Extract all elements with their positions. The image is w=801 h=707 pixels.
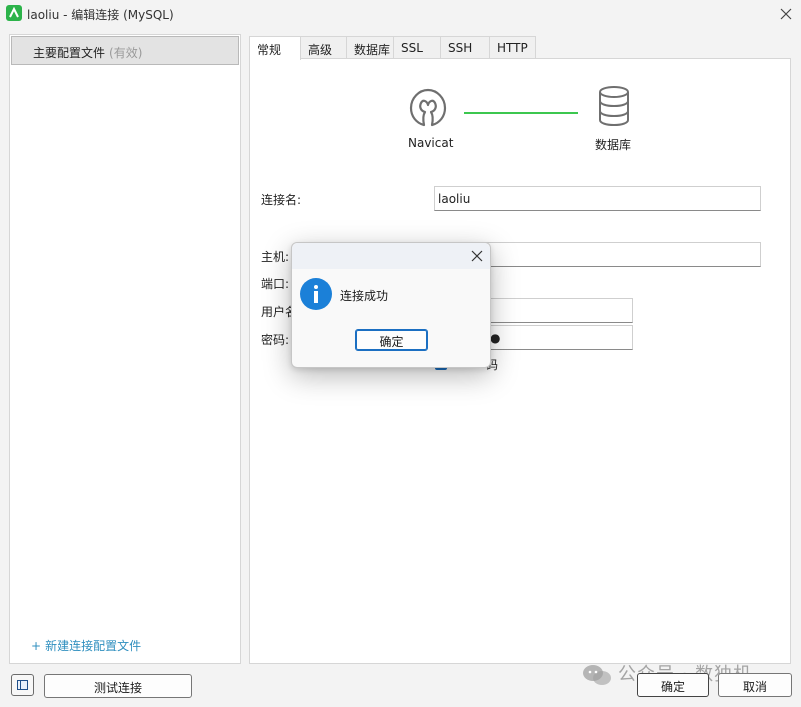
connection-name-input[interactable] — [434, 186, 761, 211]
dialog-close-icon[interactable] — [469, 248, 485, 264]
tab-ssh[interactable]: SSH — [440, 36, 490, 59]
cancel-button[interactable]: 取消 — [718, 673, 792, 697]
connection-name-label: 连接名: — [261, 193, 302, 207]
profile-status: (有效) — [109, 46, 143, 60]
navicat-label: Navicat — [408, 136, 454, 150]
navicat-logo-icon — [409, 88, 447, 127]
connection-line — [464, 112, 578, 114]
plus-icon: + — [31, 639, 42, 653]
new-profile-label: 新建连接配置文件 — [45, 639, 142, 653]
tab-ssl[interactable]: SSL — [393, 36, 441, 59]
new-profile-link[interactable]: + 新建连接配置文件 — [31, 637, 141, 654]
port-label: 端口: — [261, 277, 290, 291]
test-connection-button[interactable]: 测试连接 — [44, 674, 192, 698]
wechat-icon — [583, 665, 611, 685]
tab-general[interactable]: 常规 — [249, 36, 301, 60]
profile-item-main[interactable]: 主要配置文件 (有效) — [11, 36, 239, 65]
navicat-app-icon — [6, 5, 22, 21]
ok-button[interactable]: 确定 — [637, 673, 709, 697]
title-bar: laoliu - 编辑连接 (MySQL) — [0, 0, 801, 28]
window-close-icon[interactable] — [776, 4, 796, 24]
dialog-ok-button[interactable]: 确定 — [355, 329, 428, 351]
host-label: 主机: — [261, 250, 290, 264]
profile-list-panel: 主要配置文件 (有效) + 新建连接配置文件 — [9, 34, 241, 664]
username-label: 用户名: — [261, 305, 291, 319]
dialog-header — [292, 243, 490, 269]
window-title: laoliu - 编辑连接 (MySQL) — [27, 8, 174, 22]
database-label: 数据库 — [595, 138, 632, 152]
database-icon — [599, 86, 629, 127]
profile-name: 主要配置文件 (有效) — [33, 46, 143, 60]
connection-success-dialog: 连接成功 确定 — [291, 242, 491, 368]
password-label: 密码: — [261, 333, 290, 347]
tab-http[interactable]: HTTP — [489, 36, 536, 59]
tab-advanced[interactable]: 高级 — [300, 36, 347, 59]
sidebar-toggle-button[interactable] — [11, 674, 34, 696]
tab-database[interactable]: 数据库 — [346, 36, 394, 59]
sidebar-panel-icon — [17, 680, 28, 690]
info-icon — [300, 278, 332, 310]
dialog-message: 连接成功 — [340, 289, 389, 303]
